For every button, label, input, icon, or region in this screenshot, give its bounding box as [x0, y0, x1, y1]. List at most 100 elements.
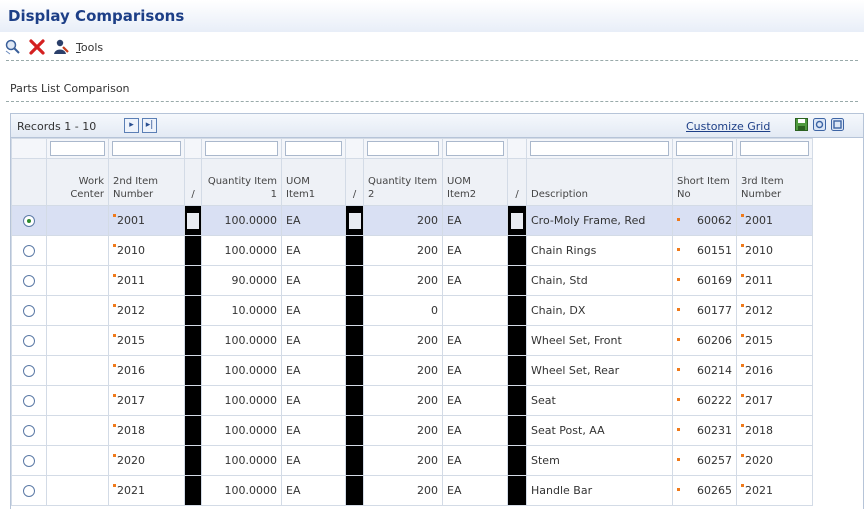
item3-cell: 2012 — [736, 295, 813, 326]
change-flag-icon — [677, 428, 680, 431]
column-header[interactable]: Quantity Item 2 — [363, 158, 443, 206]
uom1-cell: EA — [281, 385, 346, 416]
column-header[interactable]: Short Item No — [672, 158, 737, 206]
column-header[interactable]: Description — [526, 158, 673, 206]
row-radio-button[interactable] — [23, 365, 35, 377]
filter-description[interactable] — [530, 141, 669, 156]
row-marker — [186, 420, 200, 441]
table-row[interactable]: 2010 100.0000 EA 200 EA Chain Rings 60151 2010 — [11, 235, 813, 266]
save-grid-icon[interactable] — [795, 118, 808, 131]
short-item-value: 60177 — [697, 304, 732, 317]
short-item-cell: 60231 — [672, 415, 737, 446]
qty1-cell: 100.0000 — [201, 385, 282, 416]
short-item-cell: 60265 — [672, 475, 737, 506]
row-marker — [509, 210, 525, 231]
grid-toolbar: Records 1 - 10 ▸ ▸| Customize Grid — [11, 114, 863, 138]
comparison-grid: Work Center 2nd Item Number / Quantity I… — [11, 138, 813, 506]
find-icon[interactable] — [4, 38, 22, 56]
column-header[interactable]: UOM Item2 — [442, 158, 508, 206]
filter-cell — [281, 138, 346, 159]
item3-value: 2021 — [745, 484, 773, 497]
item2-cell: 2012 — [108, 295, 185, 326]
filter-uom1[interactable] — [285, 141, 342, 156]
table-row[interactable]: 2015 100.0000 EA 200 EA Wheel Set, Front 60206… — [11, 325, 813, 356]
customize-grid-link[interactable]: Customize Grid — [686, 120, 770, 133]
row-marker-cell — [345, 265, 364, 296]
row-marker — [186, 270, 200, 291]
filter-qty2[interactable] — [367, 141, 439, 156]
item2-value: 2010 — [117, 244, 145, 257]
table-row[interactable]: 2012 10.0000 EA 0 Chain, DX 60177 2012 — [11, 295, 813, 326]
filter-cell — [672, 138, 737, 159]
uom1-cell: EA — [281, 475, 346, 506]
row-radio-button[interactable] — [23, 455, 35, 467]
row-marker-cell — [184, 235, 202, 266]
table-row[interactable]: 2011 90.0000 EA 200 EA Chain, Std 60169 2011 — [11, 265, 813, 296]
column-header[interactable]: 3rd Item Number — [736, 158, 813, 206]
row-select-cell — [11, 385, 47, 416]
item3-value: 2011 — [745, 274, 773, 287]
table-row[interactable]: 2021 100.0000 EA 200 EA Handle Bar 60265 2021 — [11, 475, 813, 506]
filter-cell — [345, 138, 364, 159]
table-row[interactable]: 2018 100.0000 EA 200 EA Seat Post, AA 60231 201… — [11, 415, 813, 446]
column-header: / — [184, 158, 202, 206]
table-row[interactable]: 2020 100.0000 EA 200 EA Stem 60257 2020 — [11, 445, 813, 476]
short-item-value: 60222 — [697, 394, 732, 407]
short-item-value: 60206 — [697, 334, 732, 347]
row-marker-cell — [507, 385, 527, 416]
row-radio-button[interactable] — [23, 275, 35, 287]
row-marker-cell — [184, 265, 202, 296]
filter-cell — [526, 138, 673, 159]
table-row[interactable]: 2017 100.0000 EA 200 EA Seat 60222 2017 — [11, 385, 813, 416]
maximize-grid-icon[interactable] — [831, 118, 844, 131]
item3-cell: 2020 — [736, 445, 813, 476]
divider — [6, 60, 858, 61]
description-cell: Chain Rings — [526, 235, 673, 266]
tools-menu[interactable]: Tools — [76, 41, 103, 54]
item3-cell: 2010 — [736, 235, 813, 266]
work-center-cell — [46, 385, 109, 416]
item3-value: 2018 — [745, 424, 773, 437]
last-page-button[interactable]: ▸| — [142, 118, 157, 133]
short-item-value: 60214 — [697, 364, 732, 377]
column-header[interactable]: Work Center — [46, 158, 109, 206]
filter-qty1[interactable] — [205, 141, 278, 156]
row-marker — [347, 450, 362, 471]
work-center-cell — [46, 205, 109, 236]
uom2-cell: EA — [442, 205, 508, 236]
column-header[interactable]: 2nd Item Number — [108, 158, 185, 206]
filter-short-item[interactable] — [676, 141, 733, 156]
filter-work-center[interactable] — [50, 141, 105, 156]
table-row[interactable]: 2001 100.0000 EA 200 EA Cro-Moly Frame, Red 60… — [11, 205, 813, 236]
row-radio-button[interactable] — [23, 245, 35, 257]
change-flag-icon — [113, 334, 116, 337]
row-radio-button[interactable] — [23, 305, 35, 317]
filter-3rd-item[interactable] — [740, 141, 809, 156]
filter-uom2[interactable] — [446, 141, 504, 156]
table-row[interactable]: 2016 100.0000 EA 200 EA Wheel Set, Rear 60214 2… — [11, 355, 813, 386]
grid-body: 2001 100.0000 EA 200 EA Cro-Moly Frame, Red 60… — [11, 205, 813, 506]
row-marker — [510, 390, 524, 411]
export-icon[interactable] — [813, 118, 826, 131]
column-header: / — [507, 158, 527, 206]
row-radio-button[interactable] — [23, 425, 35, 437]
item3-cell: 2017 — [736, 385, 813, 416]
column-header[interactable]: UOM Item1 — [281, 158, 346, 206]
row-radio-button[interactable] — [23, 215, 35, 227]
row-radio-button[interactable] — [23, 335, 35, 347]
next-page-button[interactable]: ▸ — [124, 118, 139, 133]
filter-2nd-item[interactable] — [112, 141, 181, 156]
description-cell: Stem — [526, 445, 673, 476]
qty1-cell: 100.0000 — [201, 475, 282, 506]
row-select-cell — [11, 205, 47, 236]
close-icon[interactable] — [28, 38, 46, 56]
column-header[interactable]: Quantity Item 1 — [201, 158, 282, 206]
row-marker — [186, 450, 200, 471]
row-marker-cell — [507, 265, 527, 296]
row-radio-button[interactable] — [23, 485, 35, 497]
row-radio-button[interactable] — [23, 395, 35, 407]
uom2-cell: EA — [442, 265, 508, 296]
tools-person-icon[interactable] — [52, 38, 70, 56]
short-item-value: 60265 — [697, 484, 732, 497]
change-flag-icon — [113, 274, 116, 277]
